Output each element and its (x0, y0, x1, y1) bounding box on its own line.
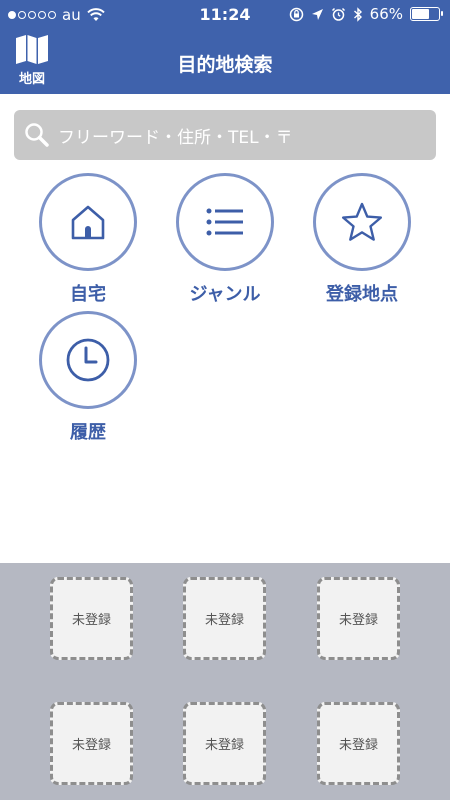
search-icon (25, 123, 49, 147)
favorite-slot-2[interactable]: 未登録 (183, 577, 266, 660)
favorite-slot-3[interactable]: 未登録 (317, 577, 400, 660)
favorites-panel: 未登録 未登録 未登録 未登録 未登録 未登録 (0, 563, 450, 800)
home-icon (71, 205, 105, 240)
star-icon (342, 202, 382, 241)
genre-button-circle[interactable] (176, 173, 274, 271)
favorite-slot-5[interactable]: 未登録 (183, 702, 266, 785)
favorite-slot-1[interactable]: 未登録 (50, 577, 133, 660)
alarm-icon (331, 7, 345, 21)
list-icon (206, 208, 243, 236)
genre-button-label: ジャンル (189, 284, 261, 305)
favorite-slot-4[interactable]: 未登録 (50, 702, 133, 785)
page-title: 目的地検索 (177, 54, 273, 76)
home-button-label: 自宅 (70, 284, 106, 305)
registered-places-button[interactable]: 登録地点 (302, 173, 422, 306)
favorite-slot-6[interactable]: 未登録 (317, 702, 400, 785)
history-button-label: 履歴 (70, 422, 106, 443)
nav-bar: 地図 目的地検索 (0, 30, 450, 94)
battery-percent: 66% (369, 5, 403, 23)
genre-button[interactable]: ジャンル (165, 173, 285, 306)
search-placeholder: フリーワード・住所・TEL・〒 (58, 127, 293, 148)
home-button[interactable]: 自宅 (28, 173, 148, 306)
home-button-circle[interactable] (39, 173, 137, 271)
location-arrow-icon (311, 8, 323, 20)
status-bar: au 11:24 66% (0, 0, 450, 30)
registered-places-button-circle[interactable] (313, 173, 411, 271)
history-button[interactable]: 履歴 (28, 311, 148, 444)
clock-icon (66, 338, 110, 382)
rotation-lock-icon (289, 7, 303, 21)
history-button-circle[interactable] (39, 311, 137, 409)
search-input[interactable]: フリーワード・住所・TEL・〒 (14, 110, 436, 160)
bluetooth-icon (353, 6, 362, 22)
battery-icon (410, 7, 443, 21)
registered-places-button-label: 登録地点 (326, 284, 398, 305)
